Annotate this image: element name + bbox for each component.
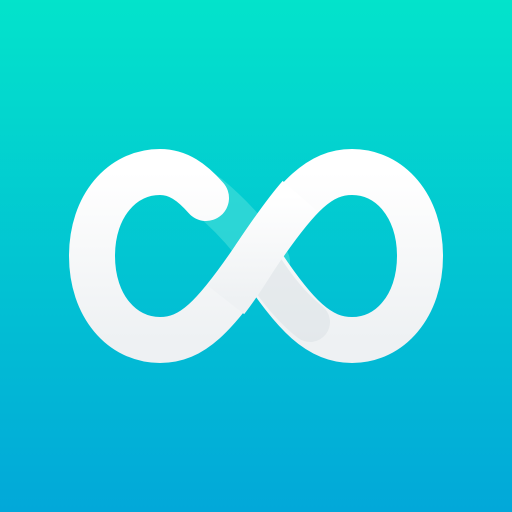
app-icon-graphic — [0, 0, 512, 512]
app-icon — [0, 0, 512, 512]
